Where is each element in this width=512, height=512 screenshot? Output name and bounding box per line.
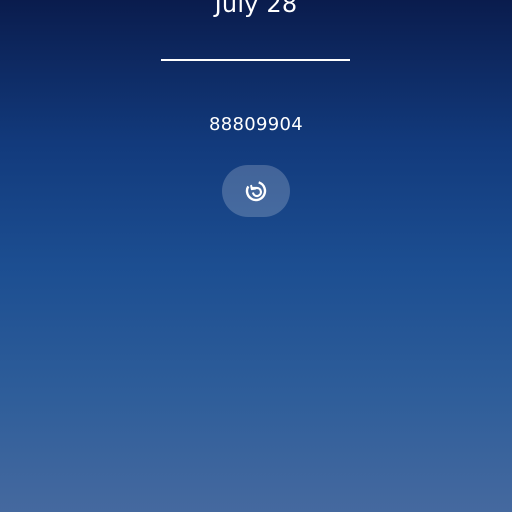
number-text: 88809904 <box>208 114 304 135</box>
refresh-button[interactable] <box>222 165 290 217</box>
divider-line <box>161 59 350 61</box>
date-label: July 28 <box>214 0 298 18</box>
refresh-circle-icon <box>245 180 267 202</box>
